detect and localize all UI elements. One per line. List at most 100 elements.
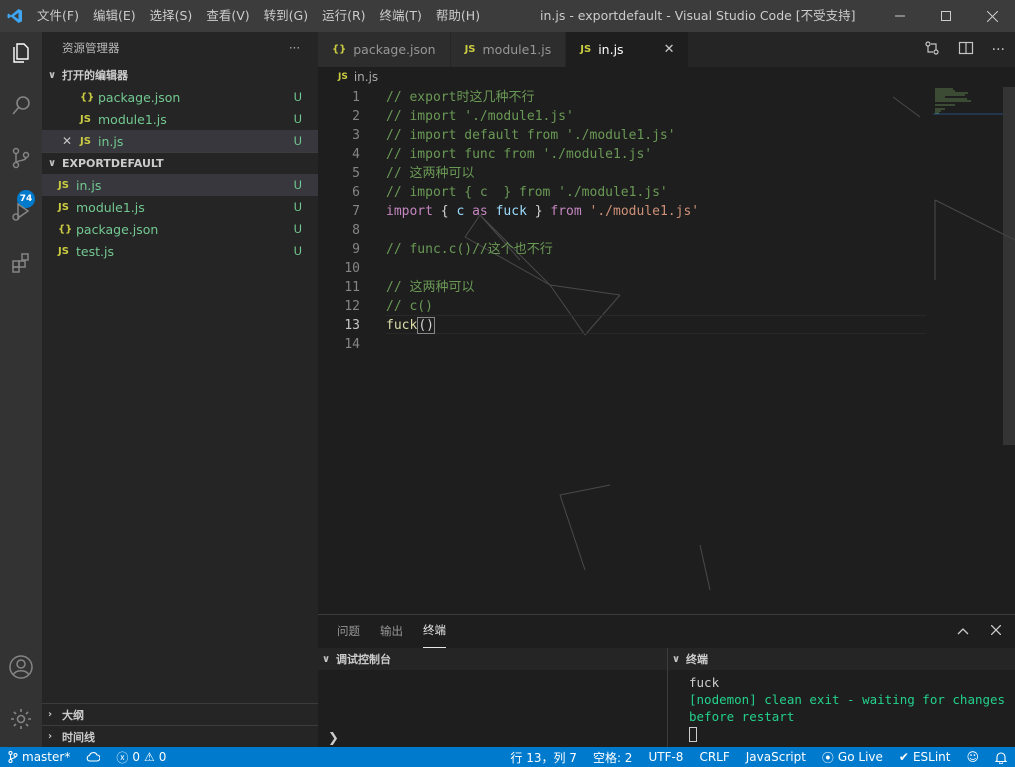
maximize-icon[interactable] (923, 0, 969, 32)
maximize-panel-icon[interactable] (957, 624, 969, 639)
tab-terminal[interactable]: 终端 (423, 615, 446, 648)
workspace-label: EXPORTDEFAULT (62, 157, 164, 170)
run-debug-icon[interactable] (0, 191, 42, 231)
workspace-header[interactable]: ∨ EXPORTDEFAULT (42, 152, 318, 174)
indentation[interactable]: 空格: 2 (585, 749, 641, 766)
timeline-section[interactable]: › 时间线 (42, 725, 318, 747)
tab-module1-js[interactable]: JS module1.js (450, 32, 567, 67)
git-branch-item[interactable]: master* (0, 750, 78, 764)
chevron-right-icon: › (48, 709, 53, 720)
code-text: // export时这几种不行 (386, 88, 534, 107)
go-live-label: Go Live (837, 750, 883, 764)
workspace-file-item[interactable]: {} package.json U (42, 218, 318, 240)
code-token: // import './module1.js' (386, 109, 574, 124)
menu-file[interactable]: 文件(F) (30, 0, 86, 32)
outline-section[interactable]: › 大纲 (42, 703, 318, 725)
menu-bar: 文件(F) 编辑(E) 选择(S) 查看(V) 转到(G) 运行(R) 终端(T… (30, 0, 487, 32)
code-text: // import { c } from './module1.js' (386, 183, 668, 202)
tab-package-json[interactable]: {} package.json (318, 32, 451, 67)
tab-in-js[interactable]: JS in.js ✕ (566, 32, 690, 67)
repl-input-prompt[interactable]: ❯ (328, 731, 339, 746)
git-status-badge: U (293, 90, 302, 104)
source-control-icon[interactable] (0, 138, 42, 178)
sync-icon[interactable] (78, 751, 108, 763)
open-editor-item[interactable]: JS module1.js U (42, 108, 318, 130)
code-editor[interactable]: 1 // export时这几种不行 2 // import './module1.js… (318, 87, 1015, 617)
terminal-header[interactable]: ∨ 终端 (668, 648, 1015, 670)
cursor-position[interactable]: 行 13，列 7 (502, 749, 585, 766)
menu-terminal[interactable]: 终端(T) (373, 0, 429, 32)
code-text: // import func from './module1.js' (386, 145, 652, 164)
menu-help[interactable]: 帮助(H) (429, 0, 487, 32)
language-mode[interactable]: JavaScript (738, 750, 814, 764)
vscode-logo-icon (0, 0, 30, 32)
minimize-icon[interactable] (877, 0, 923, 32)
terminal-cursor (689, 727, 697, 742)
close-tab-icon[interactable]: ✕ (664, 42, 675, 57)
menu-view[interactable]: 查看(V) (199, 0, 256, 32)
code-token: // import default from './module1.js' (386, 128, 676, 143)
menu-selection[interactable]: 选择(S) (143, 0, 200, 32)
close-icon[interactable] (969, 0, 1015, 32)
js-file-icon: JS (58, 245, 69, 257)
code-token: as (472, 204, 488, 219)
editor-scrollbar[interactable] (1003, 87, 1015, 445)
split-editor-icon[interactable] (958, 40, 974, 60)
more-actions-icon[interactable]: ··· (289, 41, 300, 55)
close-panel-icon[interactable] (990, 624, 1002, 639)
debug-console-header[interactable]: ∨ 调试控制台 (318, 648, 667, 670)
file-name: in.js (98, 133, 124, 149)
js-file-icon: JS (80, 113, 91, 125)
workspace-file-item[interactable]: JS test.js U (42, 240, 318, 262)
more-actions-icon[interactable]: ··· (992, 42, 1005, 58)
menu-edit[interactable]: 编辑(E) (86, 0, 143, 32)
open-changes-icon[interactable] (924, 40, 940, 60)
code-token: // 这两种可以 (386, 166, 475, 181)
open-editors-header[interactable]: ∨ 打开的编辑器 (42, 64, 318, 86)
breadcrumb-file[interactable]: in.js (354, 70, 378, 84)
code-token: './module1.js' (589, 204, 700, 219)
tab-problems[interactable]: 问题 (337, 615, 360, 648)
menu-go[interactable]: 转到(G) (257, 0, 315, 32)
tab-output[interactable]: 输出 (380, 615, 403, 648)
eslint-status[interactable]: ✔ ESLint (891, 750, 959, 764)
git-status-badge: U (293, 112, 302, 126)
open-editors-label: 打开的编辑器 (62, 69, 128, 82)
workspace-file-item[interactable]: JS module1.js U (42, 196, 318, 218)
debug-console: ∨ 调试控制台 ❯ (318, 648, 668, 748)
line-ending[interactable]: CRLF (691, 750, 737, 764)
chevron-down-icon: ∨ (672, 653, 681, 665)
tab-label: in.js (598, 42, 624, 57)
workspace-file-item[interactable]: JS in.js U (42, 174, 318, 196)
explorer-icon[interactable] (0, 32, 42, 72)
open-editor-item[interactable]: {} package.json U (42, 86, 318, 108)
line-number: 7 (352, 204, 360, 219)
account-icon[interactable] (0, 647, 42, 687)
feedback-icon[interactable]: ☺ (958, 750, 987, 764)
line-number: 3 (352, 128, 360, 143)
terminal-output[interactable]: fuck [nodemon] clean exit - waiting for … (689, 674, 1009, 742)
code-token: } (526, 204, 551, 219)
code-token: fuck (386, 318, 418, 333)
close-editor-icon[interactable]: ✕ (62, 134, 80, 148)
menu-run[interactable]: 运行(R) (315, 0, 372, 32)
extensions-icon[interactable] (0, 243, 42, 283)
explorer-sidebar: 资源管理器 ··· ∨ 打开的编辑器 {} package.json U JS … (42, 32, 318, 747)
notifications-bell-icon[interactable] (987, 751, 1015, 764)
encoding[interactable]: UTF-8 (640, 750, 691, 764)
go-live-button[interactable]: ⦿ Go Live (814, 749, 891, 766)
code-text: // c() (386, 297, 433, 316)
line-number: 2 (352, 109, 360, 124)
terminal-view[interactable]: ∨ 终端 fuck [nodemon] clean exit - waiting… (668, 648, 1015, 748)
timeline-label: 时间线 (62, 730, 95, 744)
problems-indicator[interactable]: ⓧ 0 ⚠ 0 (108, 749, 174, 766)
minimap[interactable] (933, 87, 1003, 117)
settings-gear-icon[interactable] (0, 699, 42, 739)
search-icon[interactable] (0, 86, 42, 126)
code-token: fuck (495, 204, 527, 219)
code-text: // import default from './module1.js' (386, 126, 676, 145)
git-status-badge: U (293, 200, 302, 214)
breadcrumb[interactable]: JS in.js (318, 67, 378, 87)
open-editor-item-active[interactable]: ✕ JS in.js U (42, 130, 318, 152)
